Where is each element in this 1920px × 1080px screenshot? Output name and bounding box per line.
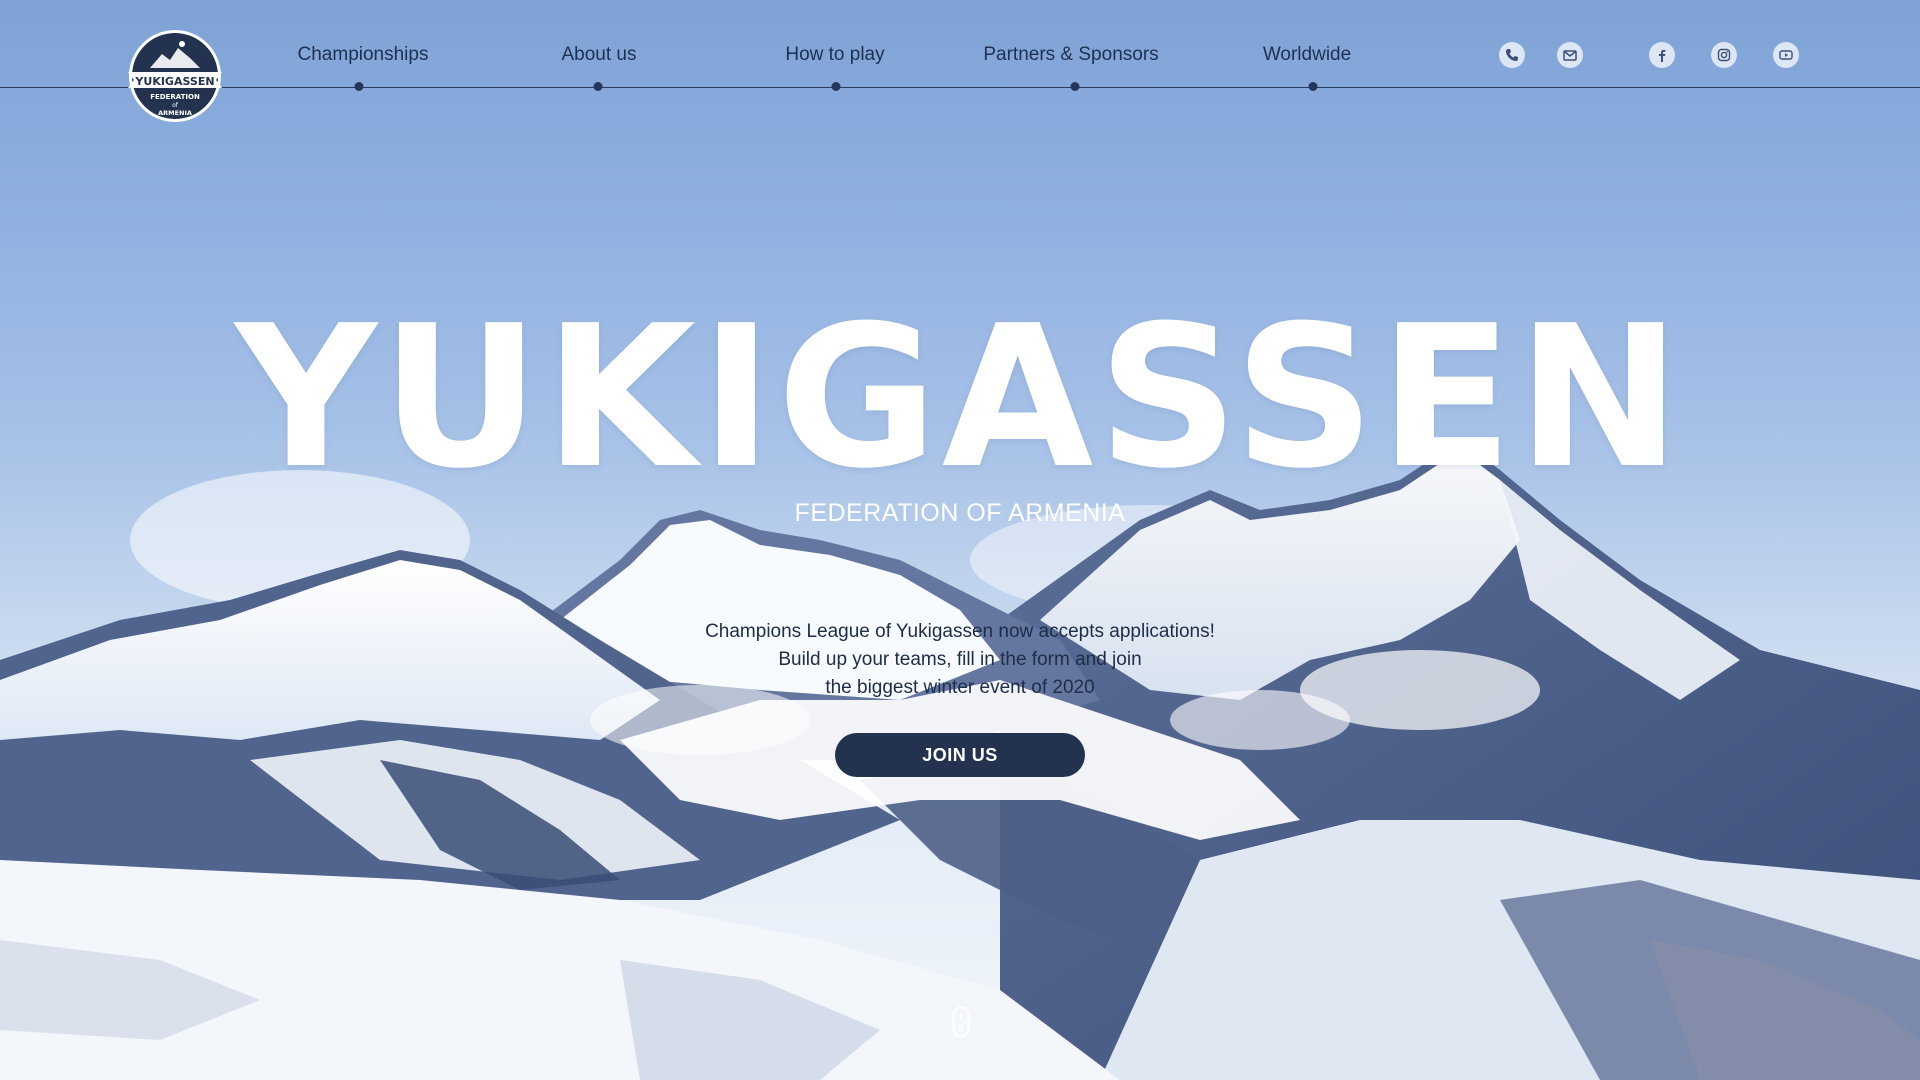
phone-icon[interactable] [1499, 42, 1525, 68]
nav-dot [1308, 82, 1318, 91]
nav-item-partners-sponsors[interactable]: Partners & Sponsors [983, 44, 1158, 68]
hero-description-line: Champions League of Yukigassen now accep… [705, 621, 1215, 642]
svg-text:ARMENIA: ARMENIA [158, 109, 192, 117]
instagram-icon[interactable] [1711, 42, 1737, 68]
svg-text:of: of [172, 102, 179, 109]
svg-text:YUKIGASSEN: YUKIGASSEN [134, 75, 214, 88]
nav-dot [1070, 82, 1080, 91]
nav-dot [354, 82, 364, 91]
mail-icon[interactable] [1557, 42, 1583, 68]
federation-logo[interactable]: YUKIGASSEN FEDERATION of ARMENIA [120, 28, 230, 128]
hero-subtitle: FEDERATION OF ARMENIA [794, 499, 1126, 527]
nav-item-how-to-play[interactable]: How to play [785, 44, 884, 68]
nav-dot [831, 82, 841, 91]
nav-item-worldwide[interactable]: Worldwide [1263, 44, 1351, 68]
hero-title: YUKIGASSEN [235, 284, 1685, 512]
logo-emblem: YUKIGASSEN FEDERATION of ARMENIA [128, 30, 222, 122]
hero-description: Champions League of Yukigassen now accep… [660, 618, 1260, 702]
hero-description-line: the biggest winter event of 2020 [825, 677, 1095, 698]
hero-description-line: Build up your teams, fill in the form an… [778, 649, 1142, 670]
facebook-icon[interactable] [1649, 42, 1675, 68]
youtube-icon[interactable] [1773, 42, 1799, 68]
mouse-scroll-icon[interactable] [952, 1006, 970, 1038]
nav-divider-line [0, 87, 1920, 88]
svg-text:FEDERATION: FEDERATION [150, 93, 200, 101]
mountain-background-image [0, 440, 1920, 1080]
nav-dot [593, 82, 603, 91]
join-us-button[interactable]: JOIN US [835, 733, 1085, 777]
nav-item-about-us[interactable]: About us [562, 44, 637, 68]
nav-item-championships[interactable]: Championships [298, 44, 429, 68]
hero-section [0, 0, 1920, 1080]
